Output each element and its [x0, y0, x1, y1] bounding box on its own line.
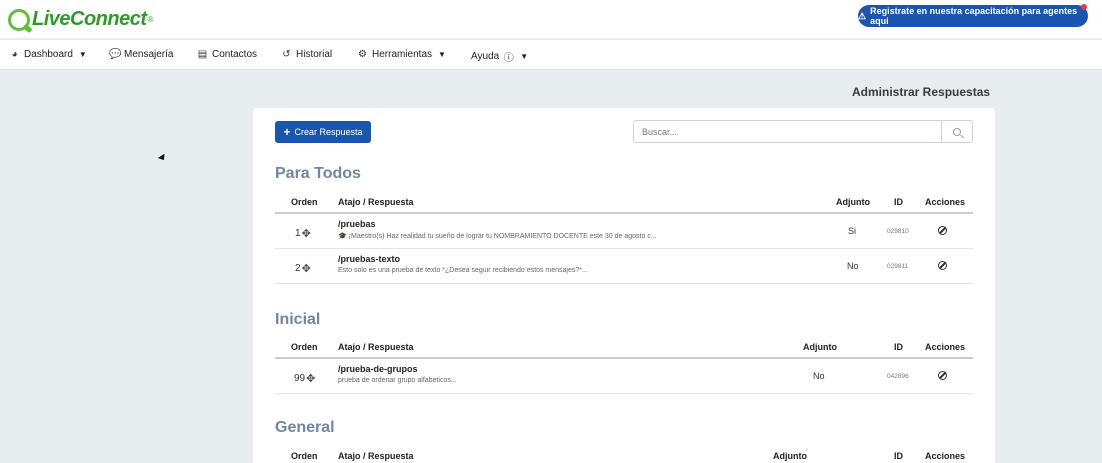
- col-id: ID: [894, 451, 903, 461]
- page-title: Administrar Respuestas: [852, 85, 991, 99]
- nav-mensajeria-label: Mensajería: [124, 49, 174, 60]
- col-orden: Orden: [291, 197, 318, 207]
- col-orden: Orden: [291, 342, 318, 352]
- top-bar: LiveConnect ® ⚠ Registrate en nuestra ca…: [0, 0, 1102, 39]
- tools-icon: ⚙: [358, 49, 367, 60]
- drag-handle-icon[interactable]: ✥: [306, 372, 315, 385]
- col-id: ID: [894, 197, 903, 207]
- table-header-para-todos: Orden Atajo / Respuesta Adjunto ID Accio…: [275, 192, 973, 214]
- responses-card: + Crear Respuesta Para Todos Orden Atajo…: [253, 108, 995, 463]
- nav-dashboard-label: Dashboard: [24, 49, 73, 60]
- nav-mensajeria[interactable]: 💬 Mensajería: [109, 49, 173, 60]
- mouse-cursor-icon: [157, 153, 168, 163]
- search-button[interactable]: [941, 121, 972, 142]
- row-attachment: Si: [848, 226, 857, 236]
- section-title-general: General: [275, 419, 335, 436]
- row-order: 99 ✥: [294, 372, 315, 385]
- row-order-value: 1: [295, 228, 301, 239]
- search-box: [633, 120, 973, 143]
- dashboard-icon: ◕: [11, 49, 18, 60]
- table-header-inicial: Orden Atajo / Respuesta Adjunto ID Accio…: [275, 337, 973, 359]
- col-atajo: Atajo / Respuesta: [338, 197, 414, 207]
- chevron-down-icon: ▼: [520, 52, 529, 61]
- col-orden: Orden: [291, 451, 318, 461]
- disable-icon[interactable]: [938, 226, 947, 235]
- row-shortcut: /pruebas: [338, 219, 376, 229]
- chevron-down-icon: ▼: [78, 50, 87, 59]
- training-signup-button[interactable]: ⚠ Registrate en nuestra capacitación par…: [858, 5, 1088, 27]
- table-row[interactable]: 2 ✥ /pruebas-texto Esto solo es una prue…: [275, 249, 973, 284]
- plus-icon: +: [283, 125, 291, 139]
- col-acciones: Acciones: [925, 197, 966, 207]
- row-id: 042896: [887, 373, 909, 380]
- chevron-down-icon: ▼: [438, 50, 446, 59]
- row-id: 029810: [887, 228, 909, 235]
- nav-contactos[interactable]: ▤ Contactos: [197, 49, 257, 60]
- col-acciones: Acciones: [925, 451, 966, 461]
- nav-ayuda[interactable]: Ayuda ⓘ ▼: [471, 49, 528, 64]
- row-shortcut: /pruebas-texto: [338, 254, 401, 264]
- nav-historial-label: Historial: [296, 49, 333, 60]
- col-acciones: Acciones: [925, 342, 966, 352]
- col-atajo: Atajo / Respuesta: [338, 342, 414, 352]
- main-navbar: ◕ Dashboard ▼ 💬 Mensajería ▤ Contactos ↺…: [0, 40, 1102, 70]
- section-title-inicial: Inicial: [275, 311, 321, 328]
- logo-mark-icon: [8, 8, 30, 31]
- row-order: 2 ✥: [295, 262, 311, 275]
- logo-registered-mark: ®: [147, 15, 154, 24]
- nav-herramientas-label: Herramientas: [372, 49, 433, 60]
- warning-icon: ⚠: [858, 10, 867, 21]
- table-row[interactable]: 99 ✥ /prueba-de-grupos prueba de ordenar…: [275, 359, 973, 394]
- create-response-label: Crear Respuesta: [294, 127, 363, 137]
- chat-icon: 💬: [109, 49, 122, 60]
- drag-handle-icon[interactable]: ✥: [302, 262, 311, 275]
- col-atajo: Atajo / Respuesta: [338, 451, 414, 461]
- logo-text: LiveConnect: [32, 8, 147, 30]
- col-adjunto: Adjunto: [836, 197, 870, 207]
- disable-icon[interactable]: [938, 261, 947, 270]
- row-description: 🎓 ¡Maestro(s) Haz realidad tu sueño de l…: [338, 233, 657, 240]
- liveconnect-logo[interactable]: LiveConnect ®: [8, 8, 153, 31]
- row-order-value: 2: [295, 263, 301, 274]
- col-adjunto: Adjunto: [773, 451, 807, 461]
- nav-ayuda-label: Ayuda: [471, 51, 500, 62]
- row-description: prueba de ordenar grupo alfabeticos...: [338, 377, 457, 384]
- search-icon: [953, 127, 961, 136]
- section-title-para-todos: Para Todos: [275, 165, 361, 182]
- nav-historial[interactable]: ↺ Historial: [281, 49, 332, 60]
- history-icon: ↺: [282, 49, 291, 60]
- table-header-general: Orden Atajo / Respuesta Adjunto ID Accio…: [275, 446, 973, 463]
- contacts-card-icon: ▤: [197, 49, 208, 60]
- nav-dashboard[interactable]: ◕ Dashboard ▼: [9, 49, 87, 60]
- row-shortcut: /prueba-de-grupos: [338, 364, 418, 374]
- create-response-button[interactable]: + Crear Respuesta: [275, 121, 371, 143]
- search-input[interactable]: [634, 121, 942, 142]
- row-id: 029811: [887, 263, 909, 270]
- table-row[interactable]: 1 ✥ /pruebas 🎓 ¡Maestro(s) Haz realidad …: [275, 214, 973, 249]
- notification-dot: [1081, 4, 1087, 10]
- help-icon: ⓘ: [503, 53, 514, 64]
- row-description: Esto solo es una prueba de texto *¿Desea…: [338, 267, 588, 274]
- col-id: ID: [894, 342, 903, 352]
- disable-icon[interactable]: [938, 371, 947, 380]
- row-attachment: No: [847, 261, 859, 271]
- drag-handle-icon[interactable]: ✥: [302, 227, 311, 240]
- row-order-value: 99: [294, 373, 306, 384]
- row-order: 1 ✥: [295, 227, 311, 240]
- nav-herramientas[interactable]: ⚙ Herramientas ▼: [357, 49, 446, 60]
- nav-contactos-label: Contactos: [212, 49, 258, 60]
- training-signup-label: Registrate en nuestra capacitación para …: [870, 6, 1078, 26]
- row-attachment: No: [813, 371, 825, 381]
- col-adjunto: Adjunto: [803, 342, 837, 352]
